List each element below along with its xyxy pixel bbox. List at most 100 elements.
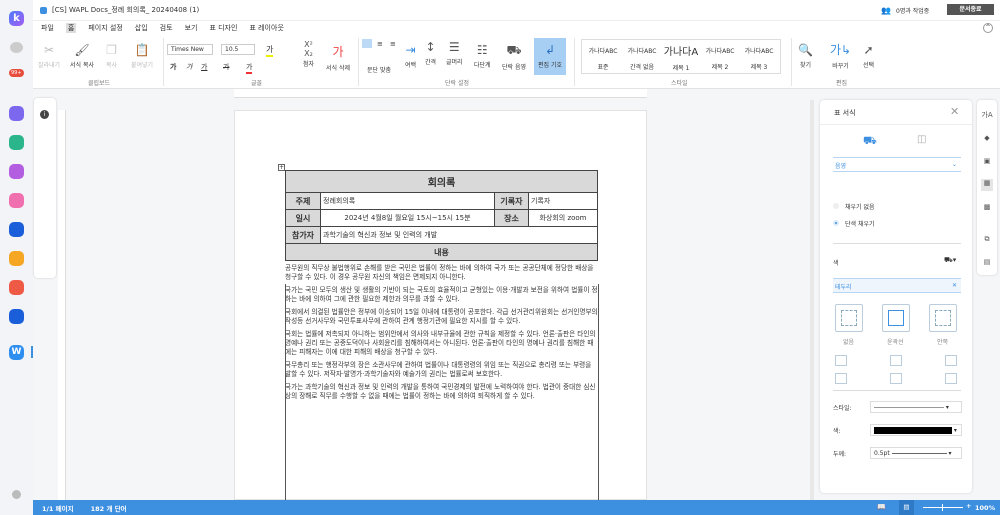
shade-section-toggle[interactable]: 음영 ⌄ xyxy=(833,157,961,172)
replace-button[interactable]: 가↳ 바꾸기 xyxy=(830,41,851,70)
underline-button[interactable]: 가 xyxy=(201,62,207,72)
print-layout-icon[interactable]: ▤ xyxy=(899,500,914,515)
zoom-page-icon[interactable]: ⧉ xyxy=(981,235,993,247)
border-inside-button[interactable] xyxy=(929,304,957,332)
talk-app-icon[interactable] xyxy=(9,135,24,150)
image-icon[interactable]: ▣ xyxy=(981,157,993,169)
menu-page-setup[interactable]: 페이지 설정 xyxy=(88,23,122,33)
bullets-button[interactable]: ☰ 글머리 xyxy=(446,40,463,66)
vertical-ruler[interactable] xyxy=(58,110,66,500)
document-body[interactable]: 공무원의 직무상 불법행위로 손해를 받은 국민은 법률이 정하는 바에 의하여… xyxy=(285,264,598,405)
border-outline-button[interactable] xyxy=(882,304,910,332)
collapse-ribbon-icon[interactable]: ^ xyxy=(983,23,993,33)
date-cell[interactable]: 2024년 4월8일 월요일 15시~15시 15분 xyxy=(320,209,495,227)
settings-icon[interactable] xyxy=(12,490,21,499)
read-mode-icon[interactable]: 📖 xyxy=(877,503,886,511)
style-heading-1[interactable]: 가나다A 제목 1 xyxy=(662,43,700,72)
collab-status[interactable]: 0명과 작업중 xyxy=(896,6,929,15)
clear-format-button[interactable]: 가 서식 삭제 xyxy=(326,43,350,72)
menu-table-layout[interactable]: 표 레이아웃 xyxy=(249,23,283,33)
border-left-button[interactable] xyxy=(835,373,847,384)
highlight-icon[interactable]: 가 xyxy=(266,44,274,57)
chat-app-icon[interactable] xyxy=(9,106,24,121)
document-page[interactable]: + 회의록 주제 정례회의록 기록자 기록자 일시 2024년 4월8일 월요일 15시… xyxy=(234,110,647,501)
close-document-button[interactable]: 문서종료 xyxy=(947,4,994,15)
menu-review[interactable]: 검토 xyxy=(160,23,173,33)
multilevel-button[interactable]: ☷ 다단계 xyxy=(474,43,491,69)
drive-app-icon[interactable] xyxy=(9,222,24,237)
border-section-toggle[interactable]: 테두리 ✕ xyxy=(833,278,961,293)
calendar-app-icon[interactable] xyxy=(9,309,24,324)
meeting-app-icon[interactable] xyxy=(9,251,24,266)
chart-icon[interactable]: ▩ xyxy=(981,203,993,215)
menu-insert[interactable]: 삽입 xyxy=(135,23,148,33)
no-fill-radio[interactable] xyxy=(833,203,839,209)
style-heading-2[interactable]: 가나다ABC 제목 2 xyxy=(701,46,739,71)
menu-table-design[interactable]: 표 디자인 xyxy=(209,23,237,33)
home-icon[interactable] xyxy=(10,42,23,53)
margin-button[interactable]: ⇥ 여백 xyxy=(405,43,416,69)
menu-view[interactable]: 보기 xyxy=(185,23,198,33)
attendees-cell[interactable]: 과학기술의 혁신과 정보 및 인력의 개발 xyxy=(320,226,598,244)
border-top-button[interactable] xyxy=(835,355,847,366)
font-color-button[interactable]: 가 xyxy=(246,62,253,74)
border-bottom-button[interactable] xyxy=(945,355,957,366)
align-right-button[interactable]: ≡ xyxy=(390,40,396,48)
app-logo[interactable]: k xyxy=(9,11,24,26)
shape-icon[interactable]: ◆ xyxy=(981,134,993,146)
menu-home[interactable]: 홈 xyxy=(65,23,77,33)
place-cell[interactable]: 화상회의 zoom xyxy=(527,209,599,227)
border-right-button[interactable] xyxy=(945,373,957,384)
menu-file[interactable]: 파일 xyxy=(41,23,54,33)
align-center-button[interactable]: ≡ xyxy=(377,40,383,48)
zoom-slider-thumb[interactable] xyxy=(942,504,943,511)
paragraph-align-button[interactable]: 문단 맞춤 xyxy=(367,65,391,74)
bold-button[interactable]: 가 xyxy=(170,62,176,72)
zoom-slider[interactable] xyxy=(923,507,963,508)
border-hmid-button[interactable] xyxy=(890,355,902,366)
border-width-select[interactable]: 0.5pt ▾ xyxy=(870,447,962,459)
spacing-button[interactable]: ↕ 간격 xyxy=(425,40,436,66)
style-normal[interactable]: 가나다ABC 표준 xyxy=(584,46,622,71)
border-none-button[interactable] xyxy=(835,304,863,332)
subject-cell[interactable]: 정례회의록 xyxy=(320,192,495,210)
note-app-icon[interactable] xyxy=(9,193,24,208)
zoom-in-button[interactable]: + xyxy=(966,502,971,510)
solid-fill-radio[interactable] xyxy=(833,220,839,226)
table-icon[interactable]: ▦ xyxy=(981,179,993,191)
copy-button[interactable]: ❐ 복사 xyxy=(106,43,117,69)
horizontal-ruler[interactable] xyxy=(234,89,647,98)
font-name-select[interactable]: Times New xyxy=(167,44,213,55)
superscript-button[interactable]: X² X₂ 첨자 xyxy=(303,40,314,68)
recorder-cell[interactable]: 기록자 xyxy=(527,192,599,210)
docs-app-icon[interactable]: W xyxy=(9,345,24,360)
paste-button[interactable]: 📋 붙여넣기 xyxy=(131,43,153,69)
text-format-icon[interactable]: 가A xyxy=(981,110,993,122)
fill-tab-icon[interactable]: ⛟ xyxy=(863,134,877,149)
vertical-scrollbar[interactable] xyxy=(810,100,814,500)
notification-badge[interactable]: 99+ xyxy=(9,69,24,77)
font-size-select[interactable]: 10.5 xyxy=(221,44,255,55)
select-button[interactable]: ➚ 선택 xyxy=(863,43,874,69)
layout-tab-icon[interactable]: ◫ xyxy=(917,134,926,145)
edit-marks-button[interactable]: ↲ 편집 기호 xyxy=(534,38,566,75)
style-heading-3[interactable]: 가나다ABC 제목 3 xyxy=(740,46,778,71)
border-style-select[interactable]: ▾ xyxy=(870,401,962,413)
fill-color-picker[interactable]: ⛟▾ xyxy=(944,256,956,265)
italic-button[interactable]: 가 xyxy=(186,62,192,72)
find-button[interactable]: 🔍 찾기 xyxy=(798,43,813,69)
border-vmid-button[interactable] xyxy=(890,373,902,384)
format-copy-button[interactable]: 🖌 서식 복사 xyxy=(70,43,94,69)
page-icon[interactable]: ▤ xyxy=(981,258,993,270)
close-icon[interactable]: ✕ xyxy=(950,105,959,118)
align-left-button[interactable] xyxy=(362,39,372,48)
style-no-spacing[interactable]: 가나다ABC 간격 없음 xyxy=(623,46,661,71)
paragraph-shade-button[interactable]: ⛟ 단락 음영 xyxy=(502,43,526,71)
slides-app-icon[interactable] xyxy=(9,280,24,295)
strikethrough-button[interactable]: 가 xyxy=(223,62,229,72)
cut-button[interactable]: ✂ 잘라내기 xyxy=(38,43,60,69)
table-title[interactable]: 회의록 xyxy=(285,170,598,193)
table-move-handle[interactable]: + xyxy=(278,164,285,171)
contacts-app-icon[interactable] xyxy=(9,164,24,179)
info-icon[interactable]: i xyxy=(40,110,49,119)
